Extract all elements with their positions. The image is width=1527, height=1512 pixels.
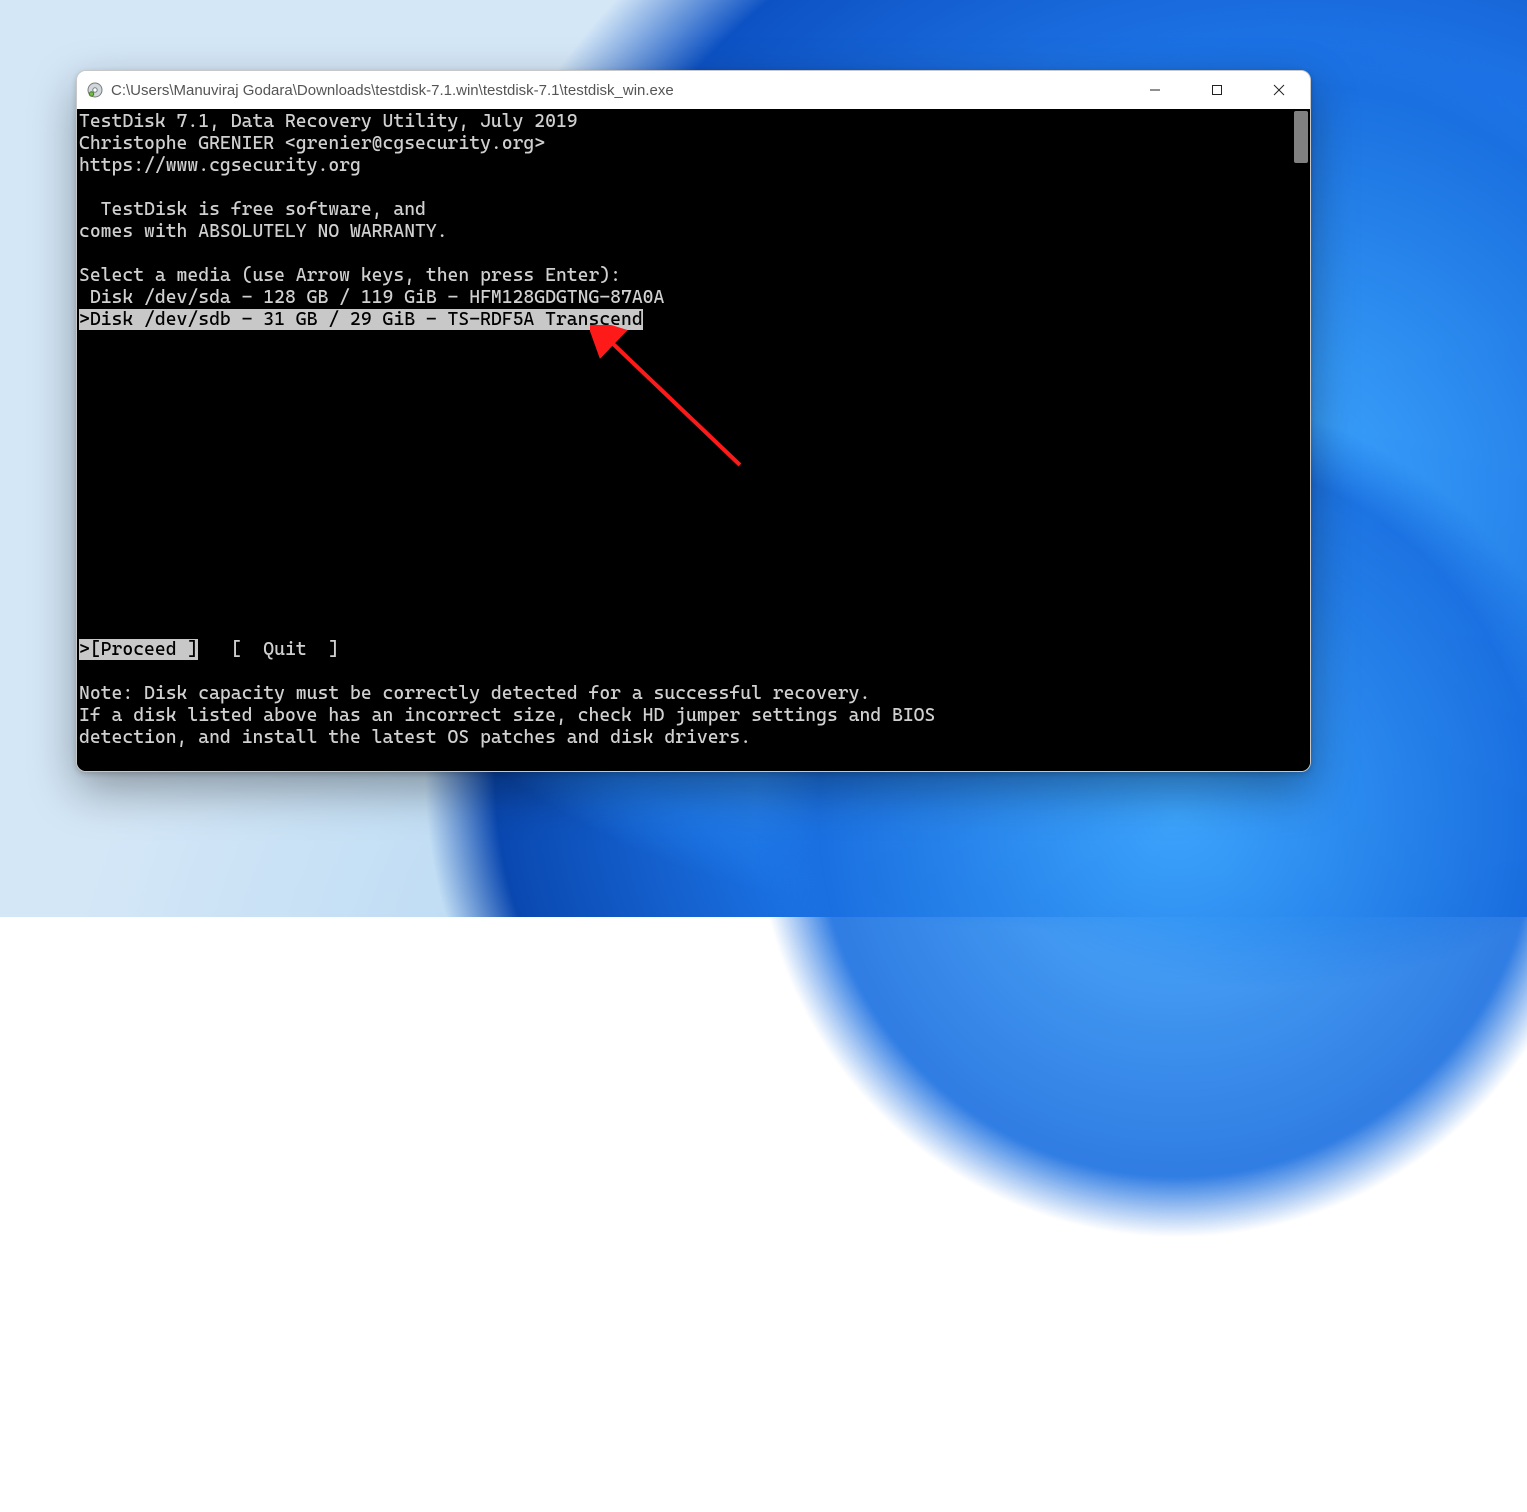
- maximize-button[interactable]: [1186, 71, 1248, 109]
- minimize-button[interactable]: [1124, 71, 1186, 109]
- window-titlebar[interactable]: C:\Users\Manuviraj Godara\Downloads\test…: [77, 71, 1310, 110]
- window-controls: [1124, 71, 1310, 109]
- scrollbar-track[interactable]: [1292, 109, 1310, 771]
- close-button[interactable]: [1248, 71, 1310, 109]
- window-title: C:\Users\Manuviraj Godara\Downloads\test…: [111, 82, 1124, 99]
- console-window: C:\Users\Manuviraj Godara\Downloads\test…: [76, 70, 1311, 772]
- scrollbar-thumb[interactable]: [1294, 111, 1308, 163]
- terminal-area[interactable]: TestDisk 7.1, Data Recovery Utility, Jul…: [77, 109, 1310, 771]
- app-icon: [87, 82, 103, 98]
- terminal-output[interactable]: TestDisk 7.1, Data Recovery Utility, Jul…: [77, 109, 1292, 771]
